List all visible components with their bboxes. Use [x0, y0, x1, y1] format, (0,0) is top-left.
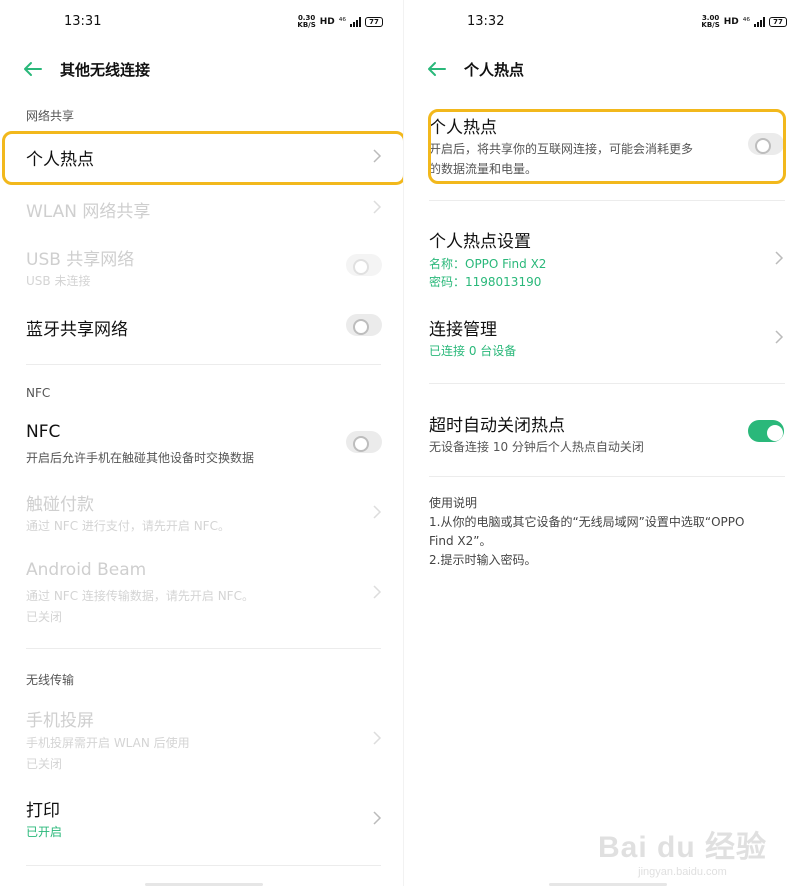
auto-off-toggle[interactable]	[748, 420, 784, 442]
auto-off-label: 超时自动关闭热点	[429, 416, 565, 436]
section-wireless-transfer: 无线传输	[26, 673, 75, 687]
screen-cast-description: 手机投屏需开启 WLAN 后使用	[26, 736, 190, 750]
battery-icon: 77	[769, 17, 787, 27]
nfc-description: 开启后允许手机在触碰其他设备时交换数据	[26, 451, 255, 465]
page-header: 其他无线连接	[0, 52, 403, 86]
network-type-icon: ⁴⁶	[742, 17, 750, 27]
hotspot-settings-label: 个人热点设置	[429, 232, 531, 252]
usage-line-3: 2.提示时输入密码。	[429, 553, 537, 567]
network-type-icon: ⁴⁶	[338, 17, 346, 27]
wlan-share-label: WLAN 网络共享	[26, 202, 151, 222]
connection-management-item[interactable]: 连接管理 已连接 0 台设备	[404, 310, 807, 364]
nfc-item[interactable]: NFC 开启后允许手机在触碰其他设备时交换数据	[0, 414, 403, 470]
connection-management-label: 连接管理	[429, 320, 497, 340]
tap-pay-description: 通过 NFC 进行支付，请先开启 NFC。	[26, 519, 230, 533]
divider	[429, 476, 785, 477]
hotspot-name: 名称：OPPO Find X2	[429, 257, 547, 271]
hotspot-password: 密码：1198013190	[429, 275, 542, 289]
screen-cast-status: 已关闭	[26, 757, 63, 771]
print-status: 已开启	[26, 825, 63, 839]
usage-line-1: 1.从你的电脑或其它设备的“无线局域网”设置中选取“OPPO	[429, 515, 745, 529]
highlight-box	[2, 131, 403, 185]
chevron-right-icon	[372, 810, 382, 825]
bt-share-label: 蓝牙共享网络	[26, 320, 128, 340]
signal-icon	[754, 17, 765, 27]
usage-line-2: Find X2”。	[429, 534, 492, 548]
chevron-right-icon	[774, 250, 784, 265]
print-label: 打印	[26, 801, 60, 821]
page-header: 个人热点	[404, 52, 807, 86]
android-beam-description: 通过 NFC 连接传输数据，请先开启 NFC。	[26, 589, 254, 603]
status-icons: 3.00 KB/S HD ⁴⁶ 77	[701, 15, 787, 29]
signal-icon	[350, 17, 361, 27]
tap-pay-label: 触碰付款	[26, 495, 94, 515]
page-title: 其他无线连接	[60, 60, 151, 79]
status-bar: 13:32 3.00 KB/S HD ⁴⁶ 77	[404, 12, 807, 34]
divider	[26, 865, 381, 866]
status-time: 13:31	[64, 14, 102, 29]
hd-icon: HD	[723, 17, 739, 27]
right-screen: 13:32 3.00 KB/S HD ⁴⁶ 77 个人热点 个人热点 开启后，将共…	[404, 0, 807, 886]
usb-share-item[interactable]: USB 共享网络 USB 未连接	[0, 238, 403, 294]
status-time: 13:32	[467, 14, 505, 29]
hotspot-settings-item[interactable]: 个人热点设置 名称：OPPO Find X2 密码：1198013190	[404, 222, 807, 294]
chevron-right-icon	[372, 504, 382, 519]
bt-share-item[interactable]: 蓝牙共享网络	[0, 306, 403, 346]
page-title: 个人热点	[464, 60, 525, 79]
android-beam-status: 已关闭	[26, 610, 63, 624]
bt-share-toggle[interactable]	[346, 314, 382, 336]
usb-share-status: USB 未连接	[26, 274, 91, 288]
section-network-share: 网络共享	[26, 109, 75, 123]
divider	[429, 383, 785, 384]
left-screen: 13:31 0.30 KB/S HD ⁴⁶ 77 其他无线连接 网络共享 个人热点…	[0, 0, 403, 886]
nfc-toggle[interactable]	[346, 431, 382, 453]
auto-off-description: 无设备连接 10 分钟后个人热点自动关闭	[429, 440, 644, 454]
battery-icon: 77	[365, 17, 383, 27]
section-nfc: NFC	[26, 386, 51, 400]
usage-instructions: 使用说明 1.从你的电脑或其它设备的“无线局域网”设置中选取“OPPO Find…	[429, 494, 789, 570]
screen-cast-item[interactable]: 手机投屏 手机投屏需开启 WLAN 后使用 已关闭	[0, 698, 403, 776]
chevron-right-icon	[372, 584, 382, 599]
divider	[26, 364, 381, 365]
network-speed: 0.30 KB/S	[297, 14, 316, 29]
auto-off-item[interactable]: 超时自动关闭热点 无设备连接 10 分钟后个人热点自动关闭	[404, 406, 807, 460]
connected-devices-count: 已连接 0 台设备	[429, 344, 517, 358]
hd-icon: HD	[319, 17, 335, 27]
usage-title: 使用说明	[429, 496, 478, 510]
usb-share-label: USB 共享网络	[26, 250, 135, 270]
status-bar: 13:31 0.30 KB/S HD ⁴⁶ 77	[0, 12, 403, 34]
chevron-right-icon	[774, 329, 784, 344]
highlight-box	[428, 109, 786, 184]
usb-share-toggle[interactable]	[346, 254, 382, 276]
baidu-watermark: Bai du 经验 jingyan.baidu.com	[597, 831, 767, 878]
android-beam-item[interactable]: Android Beam 通过 NFC 连接传输数据，请先开启 NFC。 已关闭	[0, 552, 403, 630]
status-icons: 0.30 KB/S HD ⁴⁶ 77	[297, 15, 383, 29]
screen-cast-label: 手机投屏	[26, 711, 94, 731]
android-beam-label: Android Beam	[26, 560, 147, 580]
divider	[429, 200, 785, 201]
wlan-share-item[interactable]: WLAN 网络共享	[0, 188, 403, 228]
back-arrow-icon[interactable]	[426, 61, 448, 77]
tap-pay-item[interactable]: 触碰付款 通过 NFC 进行支付，请先开启 NFC。	[0, 484, 403, 540]
network-speed: 3.00 KB/S	[701, 14, 720, 29]
print-item[interactable]: 打印 已开启	[0, 788, 403, 844]
nfc-label: NFC	[26, 422, 61, 442]
chevron-right-icon	[372, 730, 382, 745]
chevron-right-icon	[372, 199, 382, 214]
divider	[26, 648, 381, 649]
back-arrow-icon[interactable]	[22, 61, 44, 77]
